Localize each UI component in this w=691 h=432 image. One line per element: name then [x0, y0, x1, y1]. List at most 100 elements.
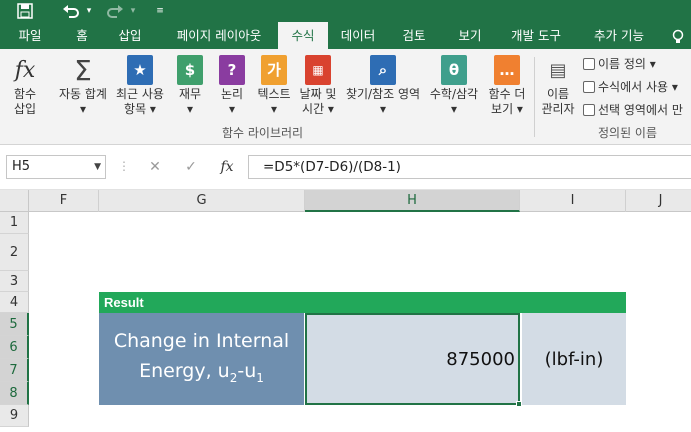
defined-names-group-label: 정의된 이름: [598, 126, 658, 140]
formula-bar: H5 ▼ ⋮ ✕ ✓ fx =D5*(D7-D6)/(D8-1): [0, 146, 691, 190]
row-header-8[interactable]: 8: [0, 382, 29, 405]
save-icon[interactable]: [14, 0, 36, 22]
insert-function-label: 함수: [13, 87, 37, 101]
ribbon-panel: fx 함수 삽입 Σ 자동 합계 ▾ ★ 최근 사용 항목 ▾ $ 재무 ▾ ?…: [0, 49, 691, 145]
column-header-h[interactable]: H: [305, 190, 520, 212]
recent-functions-button[interactable]: ★ 최근 사용 항목 ▾: [112, 55, 168, 117]
tag-icon: [583, 57, 595, 70]
datetime-label: 날짜 및: [299, 87, 337, 101]
sigma-icon: Σ: [74, 53, 92, 87]
tab-insert[interactable]: 삽입: [108, 22, 152, 49]
row-header-5[interactable]: 5: [0, 313, 29, 336]
datetime-label2: 시간 ▾: [302, 102, 334, 116]
formula-input[interactable]: =D5*(D7-D6)/(D8-1): [248, 155, 691, 179]
row-header-4[interactable]: 4: [0, 292, 29, 313]
logical-dropdown: ▾: [228, 102, 236, 116]
column-header-i[interactable]: I: [520, 190, 626, 212]
cancel-icon[interactable]: ✕: [137, 159, 173, 175]
text-icon: 가: [261, 55, 287, 85]
name-box[interactable]: H5 ▼: [6, 155, 106, 179]
use-in-formula-button[interactable]: 수식에서 사용 ▾: [583, 78, 678, 95]
row-header-9[interactable]: 9: [0, 405, 29, 427]
autosum-label: 자동 합계: [59, 87, 107, 101]
tab-formulas[interactable]: 수식: [278, 22, 328, 49]
row-header-2[interactable]: 2: [0, 234, 29, 271]
datetime-button[interactable]: ▦ 날짜 및 시간 ▾: [296, 55, 340, 117]
create-from-selection-label: 선택 영역에서 만: [598, 103, 683, 117]
math-label: 수학/삼각: [429, 87, 479, 101]
chevron-down-icon[interactable]: ▼: [94, 156, 101, 178]
redo-dropdown-icon[interactable]: ▾: [128, 0, 138, 22]
ribbon-tabs: 파일 홈 삽입 페이지 레이아웃 수식 데이터 검토 보기 개발 도구 추가 기…: [0, 22, 691, 49]
more-functions-button[interactable]: … 함수 더 보기 ▾: [484, 55, 530, 117]
column-header-g[interactable]: G: [99, 190, 305, 212]
insert-function-button[interactable]: fx 함수 삽입: [5, 55, 45, 117]
more-label2: 보기 ▾: [491, 102, 523, 116]
more-functions-icon: …: [494, 55, 520, 85]
name-manager-label2: 관리자: [541, 102, 575, 116]
label-cell[interactable]: Change in Internal Energy, u2-u1: [99, 313, 304, 405]
text-button[interactable]: 가 텍스트 ▾: [254, 55, 294, 117]
create-from-selection-button[interactable]: 선택 영역에서 만: [583, 101, 683, 118]
define-name-button[interactable]: 이름 정의 ▾: [583, 55, 656, 72]
name-box-value: H5: [12, 159, 31, 174]
lightbulb-icon[interactable]: [668, 22, 688, 49]
row-header-1[interactable]: 1: [0, 212, 29, 234]
financial-button[interactable]: $ 재무 ▾: [172, 55, 208, 117]
column-header-f[interactable]: F: [29, 190, 99, 212]
undo-icon[interactable]: [60, 0, 82, 22]
grid-icon: [583, 103, 595, 116]
lookup-button[interactable]: ⌕ 찾기/참조 영역 ▾: [342, 55, 424, 117]
financial-icon: $: [177, 55, 203, 85]
theta-icon: θ: [441, 55, 467, 85]
row-header-6[interactable]: 6: [0, 336, 29, 359]
column-header-j[interactable]: J: [626, 190, 691, 212]
use-in-formula-label: 수식에서 사용 ▾: [598, 80, 678, 94]
lookup-label: 찾기/참조 영역: [345, 87, 421, 101]
financial-label: 재무: [178, 87, 202, 101]
logical-label: 논리: [220, 87, 244, 101]
tab-home[interactable]: 홈: [62, 22, 102, 49]
row-header-7[interactable]: 7: [0, 359, 29, 382]
row-header-3[interactable]: 3: [0, 271, 29, 292]
recent-label: 최근 사용: [116, 87, 164, 101]
name-manager-button[interactable]: ▤ 이름 관리자: [538, 55, 578, 117]
result-header-cell[interactable]: Result: [99, 292, 626, 313]
tab-developer[interactable]: 개발 도구: [502, 22, 570, 49]
tab-data[interactable]: 데이터: [334, 22, 382, 49]
formula-buttons: ✕ ✓ fx: [137, 155, 247, 179]
selected-value-cell[interactable]: 875000: [305, 313, 520, 405]
math-button[interactable]: θ 수학/삼각 ▾: [426, 55, 482, 117]
formula-icon: [583, 80, 595, 93]
define-name-label: 이름 정의 ▾: [598, 57, 656, 71]
autosum-dropdown: ▾: [79, 102, 87, 116]
ribbon-separator: [534, 57, 535, 137]
insert-function-icon[interactable]: fx: [209, 159, 245, 175]
customize-icon[interactable]: ≡: [154, 0, 166, 22]
insert-function-label2: 삽입: [13, 102, 37, 116]
tab-file[interactable]: 파일: [8, 22, 52, 49]
column-headers: F G H I J: [0, 190, 691, 212]
name-manager-icon: ▤: [549, 59, 567, 81]
tab-view[interactable]: 보기: [446, 22, 494, 49]
logical-icon: ?: [219, 55, 245, 85]
lookup-dropdown: ▾: [379, 102, 387, 116]
tab-addins[interactable]: 추가 기능: [584, 22, 654, 49]
text-label: 텍스트: [257, 87, 291, 101]
select-all-corner[interactable]: [0, 190, 29, 212]
label-energy-u: Energy, u: [139, 359, 230, 382]
enter-icon[interactable]: ✓: [173, 159, 209, 175]
tab-page-layout[interactable]: 페이지 레이아웃: [160, 22, 278, 49]
undo-dropdown-icon[interactable]: ▾: [84, 0, 94, 22]
function-library-group-label: 함수 라이브러리: [222, 126, 304, 140]
tab-review[interactable]: 검토: [392, 22, 436, 49]
recent-label2: 항목 ▾: [124, 102, 156, 116]
autosum-button[interactable]: Σ 자동 합계 ▾: [54, 55, 112, 117]
financial-dropdown: ▾: [186, 102, 194, 116]
logical-button[interactable]: ? 논리 ▾: [214, 55, 250, 117]
redo-icon[interactable]: [104, 0, 126, 22]
label-line-2: Energy, u2-u1: [99, 356, 304, 393]
label-minus-u: -u: [237, 359, 257, 382]
unit-cell[interactable]: (lbf-in): [522, 313, 626, 405]
function-icon: fx: [14, 57, 36, 83]
